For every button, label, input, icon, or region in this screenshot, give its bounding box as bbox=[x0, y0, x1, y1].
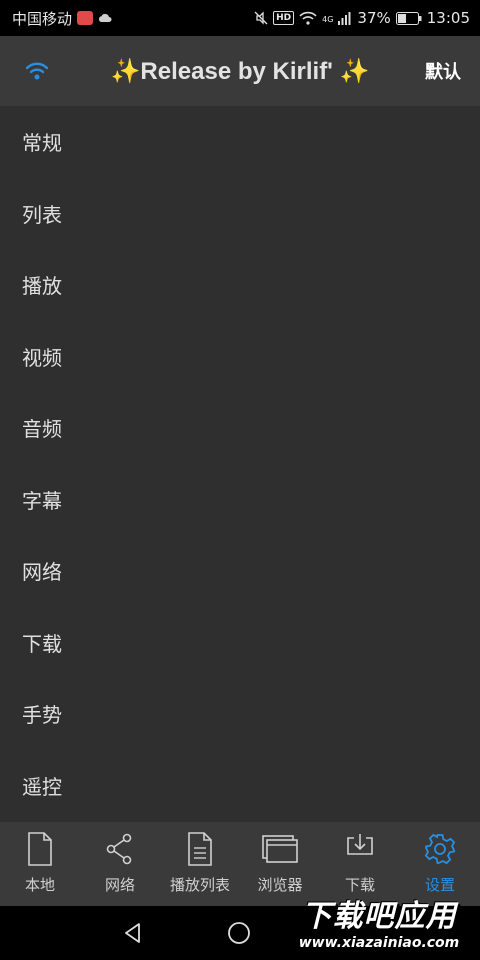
settings-item-label: 音频 bbox=[22, 417, 62, 442]
settings-item-playback[interactable]: 播放 bbox=[0, 249, 480, 321]
battery-percent: 37% bbox=[357, 9, 391, 27]
settings-item-download[interactable]: 下载 bbox=[0, 607, 480, 679]
settings-list: 常规 列表 播放 视频 音频 字幕 网络 下载 手势 遥控 bbox=[0, 106, 480, 822]
share-icon bbox=[106, 833, 132, 865]
nav-label: 浏览器 bbox=[257, 876, 303, 894]
nav-local[interactable]: 本地 bbox=[0, 822, 80, 906]
status-right: HD 4G 37% 13:05 bbox=[254, 9, 470, 27]
settings-item-label: 字幕 bbox=[22, 488, 62, 513]
settings-item-label: 下载 bbox=[22, 631, 62, 656]
clock: 13:05 bbox=[426, 9, 470, 27]
nav-playlist[interactable]: 播放列表 bbox=[160, 822, 240, 906]
settings-item-label: 网络 bbox=[22, 560, 62, 585]
nav-browser[interactable]: 浏览器 bbox=[240, 822, 320, 906]
settings-item-label: 列表 bbox=[22, 202, 62, 227]
wifi-icon bbox=[25, 62, 49, 80]
carrier-badge-icon bbox=[77, 11, 94, 25]
default-button[interactable]: 默认 bbox=[406, 58, 480, 84]
home-button[interactable] bbox=[186, 906, 292, 960]
download-icon bbox=[347, 834, 373, 855]
status-left: 中国移动 bbox=[12, 8, 112, 29]
settings-item-subtitles[interactable]: 字幕 bbox=[0, 464, 480, 536]
nav-label: 播放列表 bbox=[169, 876, 230, 894]
home-icon bbox=[228, 922, 250, 944]
nav-label: 本地 bbox=[24, 876, 55, 894]
nav-label: 设置 bbox=[424, 876, 455, 894]
bottom-nav: 本地 网络 播放列表 浏览器 下载 设置 bbox=[0, 822, 480, 906]
settings-item-remote[interactable]: 遥控 bbox=[0, 750, 480, 822]
carrier-label: 中国移动 bbox=[12, 9, 73, 28]
watermark-url: www.xiazainiao.com bbox=[298, 935, 460, 951]
network-type-label: 4G bbox=[322, 15, 334, 24]
wifi-button[interactable] bbox=[0, 36, 74, 106]
battery-icon bbox=[395, 11, 422, 25]
windows-icon bbox=[262, 835, 298, 863]
settings-item-label: 常规 bbox=[22, 131, 62, 156]
back-button[interactable] bbox=[80, 906, 186, 960]
signal-icon bbox=[338, 12, 351, 25]
nav-settings[interactable]: 设置 bbox=[400, 822, 480, 906]
settings-item-label: 播放 bbox=[22, 274, 62, 299]
nav-label: 网络 bbox=[104, 876, 135, 894]
settings-item-gestures[interactable]: 手势 bbox=[0, 678, 480, 750]
nav-label: 下载 bbox=[344, 876, 375, 894]
settings-item-network[interactable]: 网络 bbox=[0, 535, 480, 607]
settings-item-list[interactable]: 列表 bbox=[0, 178, 480, 250]
back-icon bbox=[125, 923, 140, 943]
gear-icon bbox=[424, 833, 456, 865]
app-header: ✨Release by Kirlif' ✨ 默认 bbox=[0, 36, 480, 106]
settings-item-label: 遥控 bbox=[22, 774, 62, 799]
settings-item-label: 视频 bbox=[22, 345, 62, 370]
app-title: ✨Release by Kirlif' ✨ bbox=[110, 57, 370, 85]
watermark-title: 下载吧应用 bbox=[301, 899, 457, 934]
nav-network[interactable]: 网络 bbox=[80, 822, 160, 906]
document-icon bbox=[188, 832, 212, 866]
nav-download[interactable]: 下载 bbox=[320, 822, 400, 906]
settings-item-general[interactable]: 常规 bbox=[0, 106, 480, 178]
settings-item-audio[interactable]: 音频 bbox=[0, 392, 480, 464]
watermark: 下载吧应用 www.xiazainiao.com bbox=[284, 900, 474, 958]
status-bar: 中国移动 HD 4G 37% 13:05 bbox=[0, 0, 480, 36]
hd-badge: HD bbox=[273, 11, 295, 25]
cloud-icon bbox=[98, 13, 112, 22]
mute-icon bbox=[254, 11, 268, 25]
file-icon bbox=[28, 832, 52, 866]
wifi-status-icon bbox=[299, 11, 317, 25]
settings-item-label: 手势 bbox=[22, 703, 62, 728]
settings-item-video[interactable]: 视频 bbox=[0, 321, 480, 393]
